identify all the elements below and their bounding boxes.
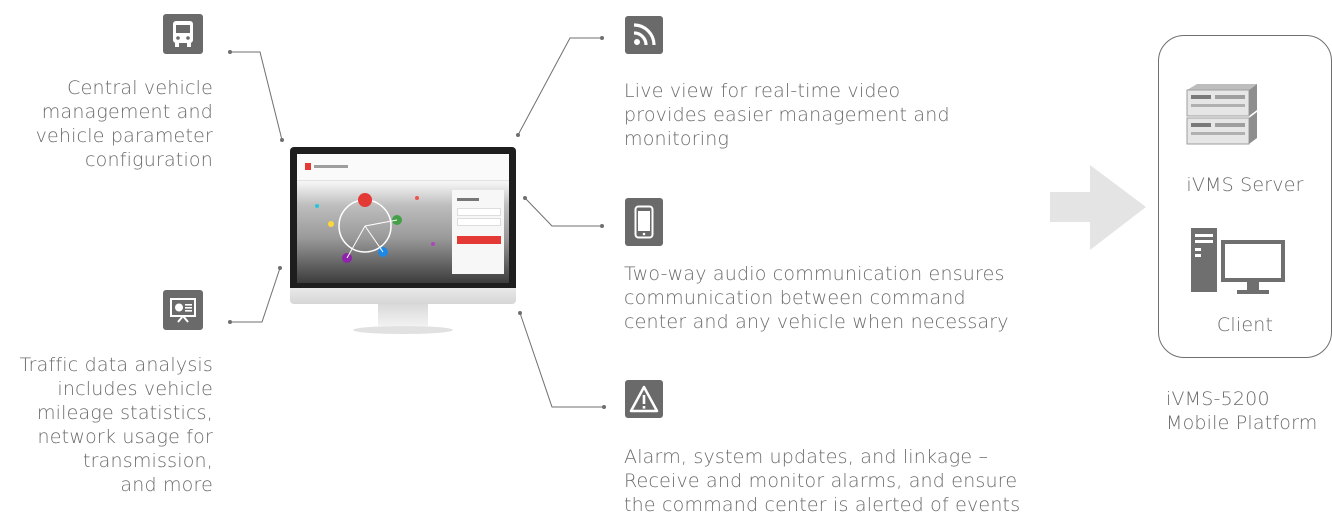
monitor-chin bbox=[290, 288, 516, 304]
monitor-bezel bbox=[290, 147, 516, 288]
platform-caption-line: Mobile Platform bbox=[1166, 412, 1318, 434]
server-label: iVMS Server bbox=[1186, 174, 1304, 196]
server-icon bbox=[1186, 84, 1257, 145]
platform-box: iVMS Server Client bbox=[1158, 35, 1332, 358]
connector-audio bbox=[524, 197, 602, 227]
bus-icon bbox=[163, 14, 203, 54]
platform-caption-line: iVMS-5200 bbox=[1166, 388, 1270, 410]
vehicle-text-line: vehicle parameter bbox=[35, 125, 213, 147]
traffic-feature-text: Traffic data analysis includes vehicle m… bbox=[0, 353, 213, 497]
audio-text: Two-way audio communication ensures comm… bbox=[624, 262, 1054, 334]
presentation-chart-icon bbox=[163, 290, 203, 330]
traffic-text-line: and more bbox=[120, 474, 213, 496]
alarm-text-line: the command center is alerted of events bbox=[624, 494, 1021, 516]
client-computer-icon bbox=[1191, 228, 1285, 294]
audio-text-line: center and any vehicle when necessary bbox=[624, 311, 1009, 333]
monitor-screen bbox=[297, 154, 509, 283]
live-view-text-line: provides easier management and bbox=[624, 104, 950, 126]
screen-login-panel bbox=[452, 190, 504, 274]
rss-feed-icon bbox=[625, 16, 663, 54]
live-view-text-line: Live view for real-time video bbox=[624, 80, 901, 102]
traffic-text-line: Traffic data analysis bbox=[19, 354, 213, 376]
alarm-text: Alarm, system updates, and linkage – Rec… bbox=[624, 445, 1054, 517]
monitor-base bbox=[353, 326, 453, 334]
connector-vehicle bbox=[230, 51, 283, 141]
connector-alarm bbox=[519, 312, 604, 408]
live-view-text: Live view for real-time video provides e… bbox=[624, 79, 1024, 151]
vehicle-feature-text: Central vehicle management and vehicle p… bbox=[20, 76, 213, 172]
audio-text-line: communication between command bbox=[624, 287, 966, 309]
connector-traffic bbox=[230, 267, 281, 323]
traffic-text-line: network usage for bbox=[37, 426, 213, 448]
alarm-text-line: Receive and monitor alarms, and ensure bbox=[624, 470, 1018, 492]
client-label: Client bbox=[1216, 314, 1274, 336]
smartphone-icon bbox=[625, 198, 663, 246]
warning-icon bbox=[625, 380, 663, 418]
vehicle-text-line: Central vehicle bbox=[67, 77, 213, 99]
vehicle-text-line: configuration bbox=[85, 149, 213, 171]
flow-arrow bbox=[1050, 165, 1146, 250]
alarm-text-line: Alarm, system updates, and linkage – bbox=[624, 446, 989, 468]
connector-live-view bbox=[517, 37, 602, 136]
platform-caption: iVMS-5200 Mobile Platform bbox=[1166, 387, 1332, 435]
live-view-text-line: monitoring bbox=[624, 128, 730, 150]
traffic-text-line: mileage statistics, bbox=[36, 402, 213, 424]
audio-text-line: Two-way audio communication ensures bbox=[624, 263, 1005, 285]
monitor-stand bbox=[378, 304, 428, 326]
vehicle-text-line: management and bbox=[41, 101, 213, 123]
traffic-text-line: transmission, bbox=[82, 450, 213, 472]
monitor-illustration bbox=[290, 147, 516, 359]
traffic-text-line: includes vehicle bbox=[57, 378, 213, 400]
